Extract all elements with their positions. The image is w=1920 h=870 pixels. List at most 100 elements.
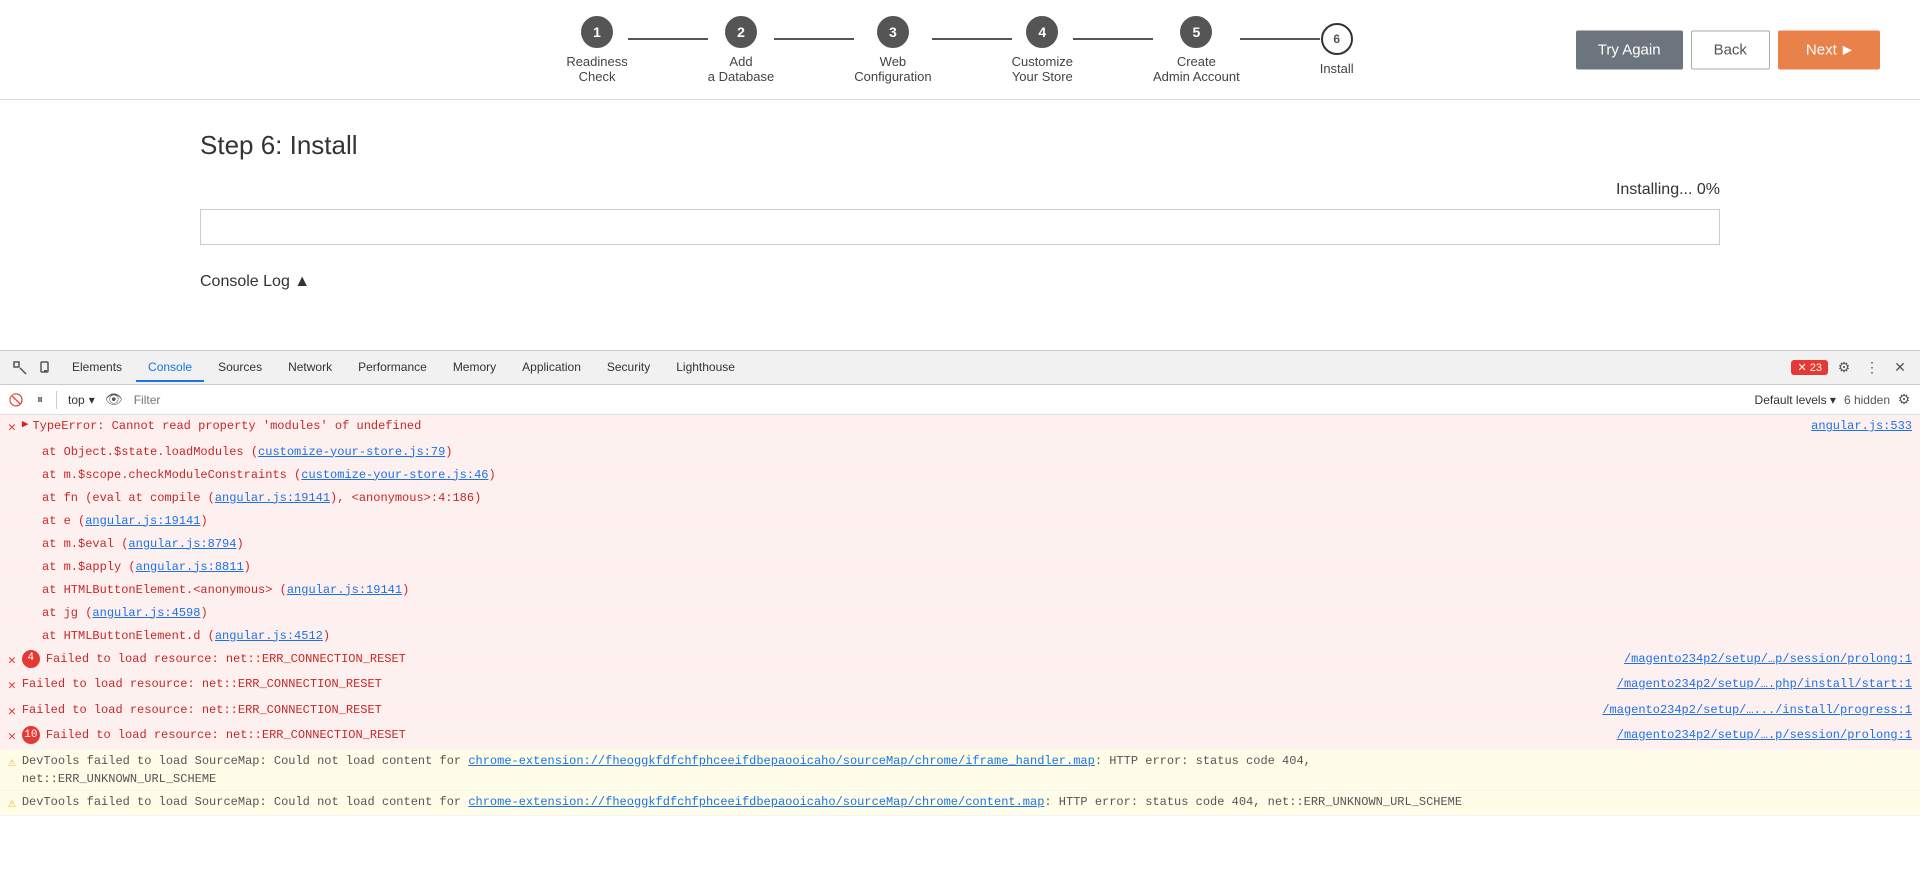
error-badge-10: 10 xyxy=(22,726,40,744)
try-again-button[interactable]: Try Again xyxy=(1576,30,1683,69)
error-icon-3: ✕ xyxy=(8,676,16,696)
tab-elements[interactable]: Elements xyxy=(60,354,134,382)
wizard-step-6: 6 Install xyxy=(1320,23,1354,76)
wizard-step-3: 3 WebConfiguration xyxy=(854,16,931,84)
devtools-more-icon[interactable]: ⋮ xyxy=(1860,356,1884,380)
console-line-stack-9: at HTMLButtonElement.d (angular.js:4512) xyxy=(0,625,1920,648)
pause-script-icon[interactable]: ⏸ xyxy=(30,390,50,410)
console-filter-input[interactable] xyxy=(128,391,1747,409)
console-line-stack-4: at e (angular.js:19141) xyxy=(0,510,1920,533)
console-line-resource-3: ✕ Failed to load resource: net::ERR_CONN… xyxy=(0,699,1920,725)
link-stack-2[interactable]: customize-your-store.js:46 xyxy=(301,468,488,482)
console-settings-icon[interactable]: ⚙ xyxy=(1894,390,1914,410)
wizard-step-1: 1 ReadinessCheck xyxy=(566,16,627,84)
step-label-5: CreateAdmin Account xyxy=(1153,54,1240,84)
console-log-header[interactable]: Console Log ▲ xyxy=(200,265,1720,299)
link-stack-7[interactable]: angular.js:19141 xyxy=(287,583,402,597)
eye-icon[interactable]: 👁 xyxy=(104,390,124,410)
link-stack-4[interactable]: angular.js:19141 xyxy=(85,514,200,528)
link-stack-9[interactable]: angular.js:4512 xyxy=(215,629,323,643)
console-text-warning-1: DevTools failed to load SourceMap: Could… xyxy=(22,752,1912,788)
console-text-warning-2: DevTools failed to load SourceMap: Could… xyxy=(22,793,1912,811)
step-circle-2: 2 xyxy=(725,16,757,48)
next-button[interactable]: Next xyxy=(1778,30,1880,69)
link-stack-6[interactable]: angular.js:8811 xyxy=(136,560,244,574)
error-badge-4: 4 xyxy=(22,650,40,668)
step-label-6: Install xyxy=(1320,61,1354,76)
console-text-stack-6: at m.$apply (angular.js:8811) xyxy=(42,558,1912,576)
connector-4-5 xyxy=(1073,38,1153,40)
console-text-resource-1: Failed to load resource: net::ERR_CONNEC… xyxy=(46,650,1614,668)
console-text-stack-2: at m.$scope.checkModuleConstraints (cust… xyxy=(42,466,1912,484)
console-text-stack-8: at jg (angular.js:4598) xyxy=(42,604,1912,622)
console-line-stack-6: at m.$apply (angular.js:8811) xyxy=(0,556,1920,579)
wizard-buttons: Try Again Back Next xyxy=(1576,30,1880,69)
link-stack-5[interactable]: angular.js:8794 xyxy=(128,537,236,551)
clear-console-icon[interactable]: 🚫 xyxy=(6,390,26,410)
file-ref-resource-1[interactable]: /magento234p2/setup/…p/session/prolong:1 xyxy=(1614,650,1912,668)
file-ref-typeerror[interactable]: angular.js:533 xyxy=(1801,417,1912,435)
error-icon-1: ✕ xyxy=(8,418,16,438)
console-line-stack-8: at jg (angular.js:4598) xyxy=(0,602,1920,625)
inspect-element-icon[interactable] xyxy=(8,356,32,380)
step-circle-3: 3 xyxy=(877,16,909,48)
device-toolbar-icon[interactable] xyxy=(34,356,58,380)
console-text-stack-7: at HTMLButtonElement.<anonymous> (angula… xyxy=(42,581,1912,599)
devtools-right-icons: ✕ 23 ⚙ ⋮ ✕ xyxy=(1791,356,1912,380)
console-line-stack-1: at Object.$state.loadModules (customize-… xyxy=(0,441,1920,464)
error-icon-4: ✕ xyxy=(8,702,16,722)
console-text-resource-4: Failed to load resource: net::ERR_CONNEC… xyxy=(46,726,1607,744)
file-ref-resource-3[interactable]: /magento234p2/setup/….../install/progres… xyxy=(1592,701,1912,719)
installing-status: Installing... 0% xyxy=(200,181,1720,199)
devtools-toolbar: 🚫 ⏸ top ▾ 👁 Default levels ▾ 6 hidden ⚙ xyxy=(0,385,1920,415)
devtools-settings-icon[interactable]: ⚙ xyxy=(1832,356,1856,380)
console-line-resource-1: ✕ 4 Failed to load resource: net::ERR_CO… xyxy=(0,648,1920,674)
console-line-typeerror: ✕ ▶ TypeError: Cannot read property 'mod… xyxy=(0,415,1920,441)
step-title: Step 6: Install xyxy=(200,130,1720,161)
error-icon-2: ✕ xyxy=(8,651,16,671)
link-stack-3a[interactable]: angular.js:19141 xyxy=(215,491,330,505)
devtools-close-icon[interactable]: ✕ xyxy=(1888,356,1912,380)
console-text-stack-3: at fn (eval at compile (angular.js:19141… xyxy=(42,489,1912,507)
link-stack-8[interactable]: angular.js:4598 xyxy=(92,606,200,620)
step-circle-4: 4 xyxy=(1026,16,1058,48)
console-text-resource-3: Failed to load resource: net::ERR_CONNEC… xyxy=(22,701,1593,719)
error-icon-5: ✕ xyxy=(8,727,16,747)
wizard-step-2: 2 Adda Database xyxy=(708,16,775,84)
console-content: ✕ ▶ TypeError: Cannot read property 'mod… xyxy=(0,415,1920,870)
tab-security[interactable]: Security xyxy=(595,354,662,382)
step-label-4: CustomizeYour Store xyxy=(1012,54,1073,84)
tab-lighthouse[interactable]: Lighthouse xyxy=(664,354,747,382)
tab-sources[interactable]: Sources xyxy=(206,354,274,382)
connector-5-6 xyxy=(1240,38,1320,40)
connector-2-3 xyxy=(774,38,854,40)
step-label-1: ReadinessCheck xyxy=(566,54,627,84)
back-button[interactable]: Back xyxy=(1691,30,1770,69)
context-chevron-icon: ▾ xyxy=(89,393,95,407)
link-warning-1[interactable]: chrome-extension://fheoggkfdfchfphceeifd… xyxy=(468,754,1095,768)
progress-bar-container xyxy=(200,209,1720,245)
tab-console[interactable]: Console xyxy=(136,354,204,382)
tab-network[interactable]: Network xyxy=(276,354,344,382)
file-ref-resource-4[interactable]: /magento234p2/setup/….p/session/prolong:… xyxy=(1607,726,1912,744)
file-ref-resource-2[interactable]: /magento234p2/setup/….php/install/start:… xyxy=(1607,675,1912,693)
tab-application[interactable]: Application xyxy=(510,354,593,382)
main-content: Step 6: Install Installing... 0% Console… xyxy=(0,100,1920,319)
console-line-stack-5: at m.$eval (angular.js:8794) xyxy=(0,533,1920,556)
log-level-selector[interactable]: Default levels ▾ xyxy=(1751,391,1840,409)
console-text-stack-9: at HTMLButtonElement.d (angular.js:4512) xyxy=(42,627,1912,645)
context-selector[interactable]: top ▾ xyxy=(63,390,100,410)
link-warning-2[interactable]: chrome-extension://fheoggkfdfchfphceeifd… xyxy=(468,795,1044,809)
expand-icon-1[interactable]: ▶ xyxy=(22,417,29,434)
tab-memory[interactable]: Memory xyxy=(441,354,508,382)
console-text-stack-1: at Object.$state.loadModules (customize-… xyxy=(42,443,1912,461)
step-circle-1: 1 xyxy=(581,16,613,48)
warning-icon-2: ⚠ xyxy=(8,794,16,814)
wizard-bar: 1 ReadinessCheck 2 Adda Database 3 WebCo… xyxy=(0,0,1920,100)
link-stack-1[interactable]: customize-your-store.js:79 xyxy=(258,445,445,459)
console-log-label: Console Log ▲ xyxy=(200,273,310,291)
tab-performance[interactable]: Performance xyxy=(346,354,439,382)
warning-icon-1: ⚠ xyxy=(8,753,16,773)
error-count-badge: ✕ 23 xyxy=(1791,360,1828,375)
wizard-steps: 1 ReadinessCheck 2 Adda Database 3 WebCo… xyxy=(566,16,1353,84)
